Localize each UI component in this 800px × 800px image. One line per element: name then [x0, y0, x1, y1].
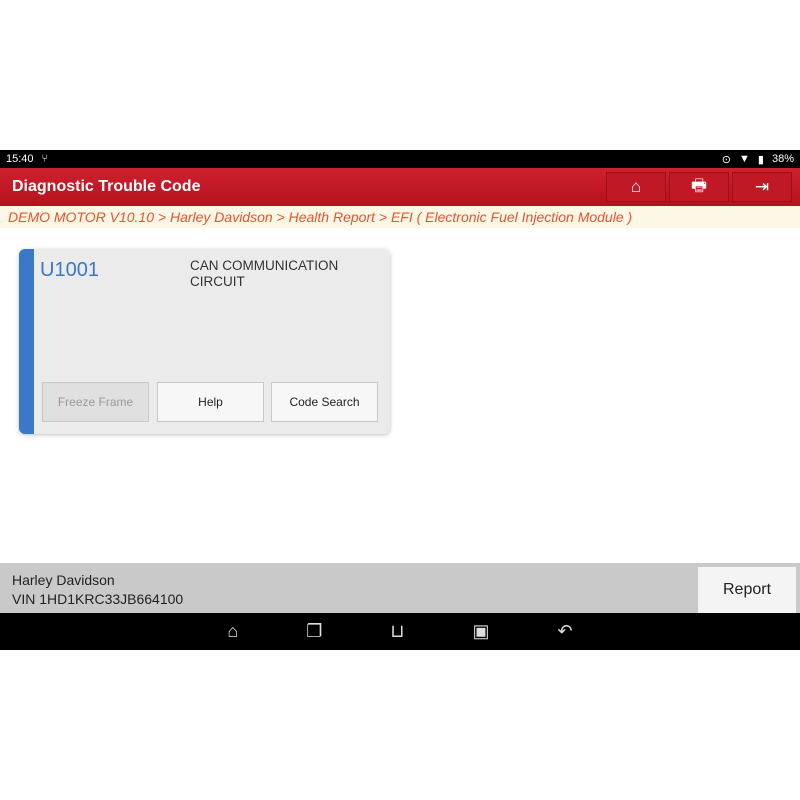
- home-icon[interactable]: ⌂: [227, 621, 238, 642]
- exit-icon: ⇥: [754, 177, 770, 196]
- usb-icon: ⑂: [41, 153, 49, 165]
- status-bar: 15:40 ⑂ ⊙ ▼ ▮ 38%: [0, 150, 800, 168]
- dtc-description: CAN COMMUNICATION CIRCUIT: [190, 258, 339, 289]
- home-button[interactable]: ⌂: [606, 172, 666, 202]
- gallery-icon[interactable]: ▣: [472, 621, 489, 642]
- vin: VIN 1HD1KRC33JB664100: [12, 591, 184, 607]
- printer-icon: 🖶: [690, 175, 708, 195]
- vehicle-info-bar: Harley Davidson VIN 1HD1KRC33JB664100 Rep…: [0, 563, 800, 613]
- breadcrumb: DEMO MOTOR V10.10 > Harley Davidson > He…: [0, 206, 800, 228]
- clock: 15:40: [6, 153, 34, 165]
- header: Diagnostic Trouble Code ⌂ 🖶 ⇥: [0, 168, 800, 206]
- back-icon[interactable]: ↶: [557, 621, 572, 642]
- android-nav-bar: ⌂ ❐ ⊔ ▣ ↶: [0, 613, 800, 650]
- battery-level: 38%: [771, 153, 794, 165]
- recent-apps-icon[interactable]: ❐: [306, 621, 322, 642]
- card-accent-bar: [19, 249, 34, 434]
- help-button[interactable]: Help: [157, 382, 264, 422]
- print-button[interactable]: 🖶: [669, 172, 729, 202]
- freeze-frame-button[interactable]: Freeze Frame: [42, 382, 149, 422]
- dtc-card: U1001 CAN COMMUNICATION CIRCUIT Freeze F…: [19, 249, 390, 434]
- dtc-code: U1001: [40, 259, 99, 281]
- location-icon: ⊙: [721, 153, 732, 166]
- report-button[interactable]: Report: [698, 567, 796, 613]
- vehicle-name: Harley Davidson: [12, 572, 115, 588]
- page-title: Diagnostic Trouble Code: [12, 178, 201, 195]
- code-search-button[interactable]: Code Search: [271, 382, 378, 422]
- exit-button[interactable]: ⇥: [732, 172, 792, 202]
- screen: 15:40 ⑂ ⊙ ▼ ▮ 38% Diagnostic Trouble Code ⌂ …: [0, 150, 800, 650]
- home-icon: ⌂: [630, 177, 642, 196]
- wifi-icon: ▼: [739, 153, 750, 165]
- battery-icon: ▮: [757, 153, 764, 166]
- vci-icon[interactable]: ⊔: [390, 621, 404, 642]
